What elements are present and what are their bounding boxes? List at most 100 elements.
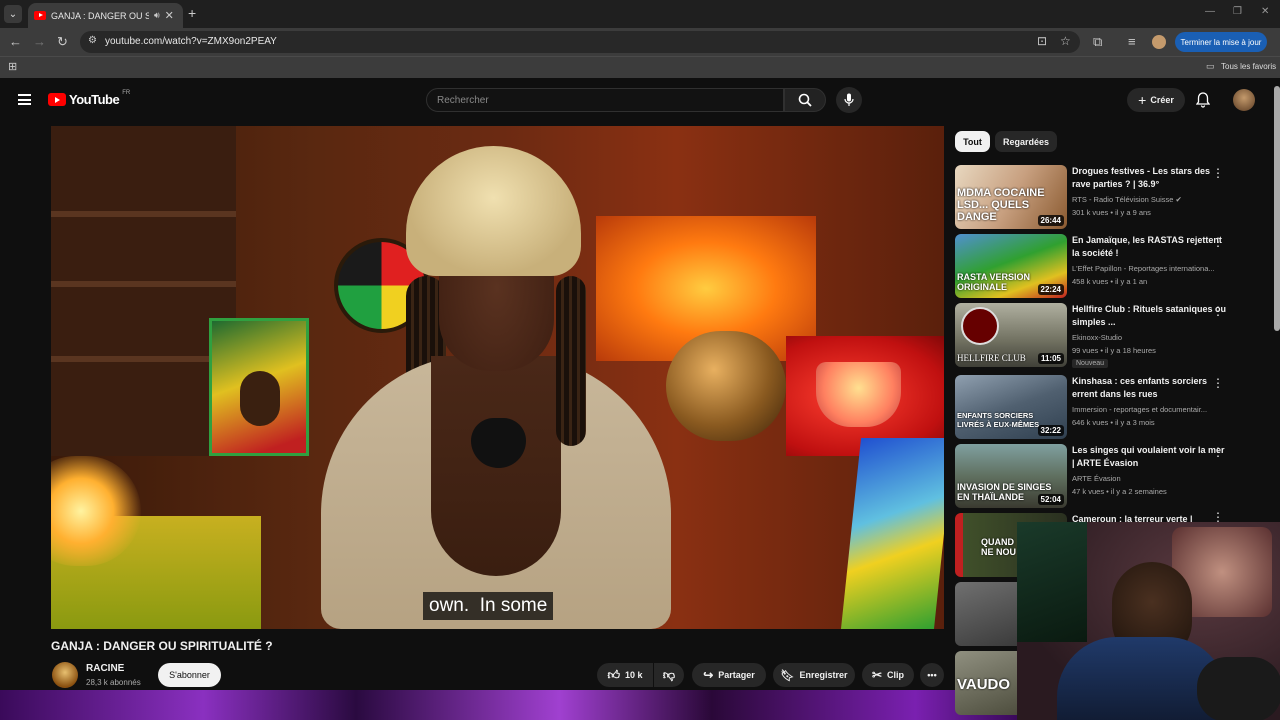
- minimize-icon[interactable]: —: [1205, 6, 1215, 17]
- thumbnail-text: VAUDO: [957, 676, 1011, 693]
- thumbnail-text: HELLFIRE CLUB: [957, 353, 1026, 363]
- tab-title: GANJA : DANGER OU SPIRI: [51, 10, 149, 21]
- youtube-header: YouTube FR + Créer: [0, 80, 1280, 120]
- notifications-bell-icon[interactable]: [1196, 92, 1210, 108]
- recommendation-title[interactable]: Hellfire Club : Rituels sataniques ou si…: [1072, 303, 1227, 329]
- create-button[interactable]: + Créer: [1127, 88, 1185, 112]
- recommendation-item[interactable]: HELLFIRE CLUB 11:05 Hellfire Club : Ritu…: [955, 303, 1275, 368]
- menu-icon[interactable]: [18, 94, 31, 105]
- youtube-logo[interactable]: YouTube FR: [48, 90, 131, 107]
- recommendation-item[interactable]: ENFANTS SORCIERS LIVRÉS À EUX-MÊMES 32:2…: [955, 375, 1275, 439]
- channel-avatar[interactable]: [52, 662, 78, 688]
- logo-country: FR: [122, 90, 131, 96]
- restore-icon[interactable]: ❐: [1233, 6, 1242, 17]
- update-button[interactable]: Terminer la mise à jour: [1175, 32, 1267, 52]
- profile-avatar-icon[interactable]: [1152, 35, 1166, 49]
- video-locs-right: [556, 276, 586, 446]
- tab-search-dropdown[interactable]: ⌄: [4, 5, 22, 23]
- save-button[interactable]: 🔖︎ Enregistrer: [773, 663, 855, 687]
- sidebar-scrollbar[interactable]: [1274, 86, 1280, 331]
- recommendation-meta: 99 vues • il y a 18 heures: [1072, 346, 1156, 355]
- recommendation-item[interactable]: INVASION DE SINGES EN THAÏLANDE 52:04 Le…: [955, 444, 1275, 508]
- recommendation-meta: 301 k vues • il y a 9 ans: [1072, 208, 1151, 217]
- search-box: [426, 88, 784, 112]
- youtube-play-icon: [48, 93, 66, 106]
- recommendation-meta: 458 k vues • il y a 1 an: [1072, 277, 1148, 286]
- close-tab-icon[interactable]: ✕: [165, 9, 174, 22]
- back-icon[interactable]: ←: [9, 34, 22, 49]
- share-label: Partager: [718, 670, 755, 680]
- duration-badge: 32:22: [1037, 425, 1064, 436]
- extensions-icon[interactable]: ⧉: [1093, 34, 1102, 50]
- address-bar[interactable]: ⚙ youtube.com/watch?v=ZMX9on2PEAY ⊡ ☆: [80, 31, 1080, 53]
- video-thumbnail[interactable]: INVASION DE SINGES EN THAÏLANDE 52:04: [955, 444, 1067, 508]
- recommendation-channel[interactable]: ARTE Évasion: [1072, 474, 1227, 483]
- forward-icon[interactable]: →: [33, 34, 46, 49]
- more-options-icon[interactable]: ⋮: [1212, 377, 1224, 389]
- like-button[interactable]: 👍︎ 10 k: [597, 663, 653, 687]
- verified-icon: ✔: [1175, 195, 1182, 204]
- install-app-icon[interactable]: ⊡: [1037, 34, 1047, 48]
- voice-search-button[interactable]: [836, 87, 862, 113]
- recommendation-title[interactable]: En Jamaïque, les RASTAS rejettent la soc…: [1072, 234, 1227, 260]
- youtube-favicon-icon: [34, 11, 46, 20]
- reload-icon[interactable]: ↻: [57, 34, 68, 50]
- recommendation-channel[interactable]: L'Effet Papillon - Reportages internatio…: [1072, 264, 1227, 273]
- video-singing-bowl: [666, 331, 786, 441]
- url-text: youtube.com/watch?v=ZMX9on2PEAY: [105, 36, 277, 47]
- more-options-icon[interactable]: ⋮: [1212, 305, 1224, 317]
- browser-tab-active[interactable]: GANJA : DANGER OU SPIRI 🔊︎ ✕: [28, 3, 183, 28]
- recommendation-channel[interactable]: Ekinoxx-Studio: [1072, 333, 1227, 342]
- close-window-icon[interactable]: ✕: [1261, 6, 1269, 17]
- recommendation-item[interactable]: RASTA VERSION ORIGINALE 22:24 En Jamaïqu…: [955, 234, 1275, 298]
- browser-tab-bar: ⌄ GANJA : DANGER OU SPIRI 🔊︎ ✕ + — ❐ ✕: [0, 0, 1280, 28]
- video-thumbnail[interactable]: ENFANTS SORCIERS LIVRÉS À EUX-MÊMES 32:2…: [955, 375, 1067, 439]
- subscribe-button[interactable]: S'abonner: [158, 663, 221, 687]
- video-thumbnail[interactable]: MDMA COCAINE LSD... QUELS DANGE 26:44: [955, 165, 1067, 229]
- recommendation-channel[interactable]: Immersion - reportages et documentair...: [1072, 405, 1227, 414]
- bookmarks-bar: ⊞ ▭ Tous les favoris: [0, 56, 1280, 78]
- reading-list-icon[interactable]: ≡: [1128, 34, 1136, 49]
- clip-button[interactable]: ✂ Clip: [862, 663, 914, 687]
- overlay-bar: [0, 690, 1017, 720]
- site-info-icon[interactable]: ⚙: [88, 35, 97, 46]
- share-icon: ↪: [703, 668, 714, 682]
- more-options-icon[interactable]: ⋮: [1212, 446, 1224, 458]
- recommendation-channel[interactable]: RTS - Radio Télévision Suisse ✔: [1072, 195, 1227, 204]
- more-actions-button[interactable]: •••: [920, 663, 944, 687]
- microphone-icon: [844, 93, 854, 106]
- share-button[interactable]: ↪ Partager: [692, 663, 766, 687]
- bookmark-icon: 🔖︎: [780, 669, 795, 682]
- video-thumbnail[interactable]: RASTA VERSION ORIGINALE 22:24: [955, 234, 1067, 298]
- more-options-icon[interactable]: ⋮: [1212, 167, 1224, 179]
- create-label: Créer: [1150, 95, 1174, 105]
- more-options-icon[interactable]: ⋮: [1212, 236, 1224, 248]
- video-player[interactable]: [51, 126, 944, 629]
- speaker-icon[interactable]: 🔊︎: [154, 10, 160, 21]
- apps-grid-icon[interactable]: ⊞: [8, 60, 17, 73]
- channel-name[interactable]: RACINE: [86, 663, 124, 674]
- thumbnail-text: MDMA COCAINE LSD... QUELS DANGE: [957, 187, 1045, 223]
- search-icon: [798, 93, 812, 107]
- all-bookmarks-link[interactable]: Tous les favoris: [1221, 62, 1276, 71]
- dislike-button[interactable]: 👎︎: [654, 663, 684, 687]
- scissors-icon: ✂: [871, 668, 883, 682]
- bookmark-star-icon[interactable]: ☆: [1060, 34, 1071, 48]
- video-thumbnail[interactable]: HELLFIRE CLUB 11:05: [955, 303, 1067, 367]
- recommendation-item[interactable]: MDMA COCAINE LSD... QUELS DANGE 26:44 Dr…: [955, 165, 1275, 229]
- recommendation-title[interactable]: Les singes qui voulaient voir la mer | A…: [1072, 444, 1227, 470]
- new-tab-icon[interactable]: +: [188, 5, 196, 21]
- duration-badge: 52:04: [1037, 494, 1064, 505]
- chip-watched[interactable]: Regardées: [995, 131, 1057, 152]
- recommendation-title[interactable]: Kinshasa : ces enfants sorciers errent d…: [1072, 375, 1227, 401]
- account-avatar[interactable]: [1233, 89, 1255, 111]
- recommendation-title[interactable]: Drogues festives - Les stars des rave pa…: [1072, 165, 1227, 191]
- logo-text: YouTube: [69, 92, 120, 107]
- more-horizontal-icon: •••: [927, 670, 937, 680]
- thumbs-up-icon: 👍︎: [607, 667, 620, 682]
- search-button[interactable]: [784, 88, 826, 112]
- search-input[interactable]: [427, 89, 783, 111]
- chip-all[interactable]: Tout: [955, 131, 990, 152]
- video-caption: own. In some: [423, 592, 554, 620]
- duration-badge: 26:44: [1037, 215, 1064, 226]
